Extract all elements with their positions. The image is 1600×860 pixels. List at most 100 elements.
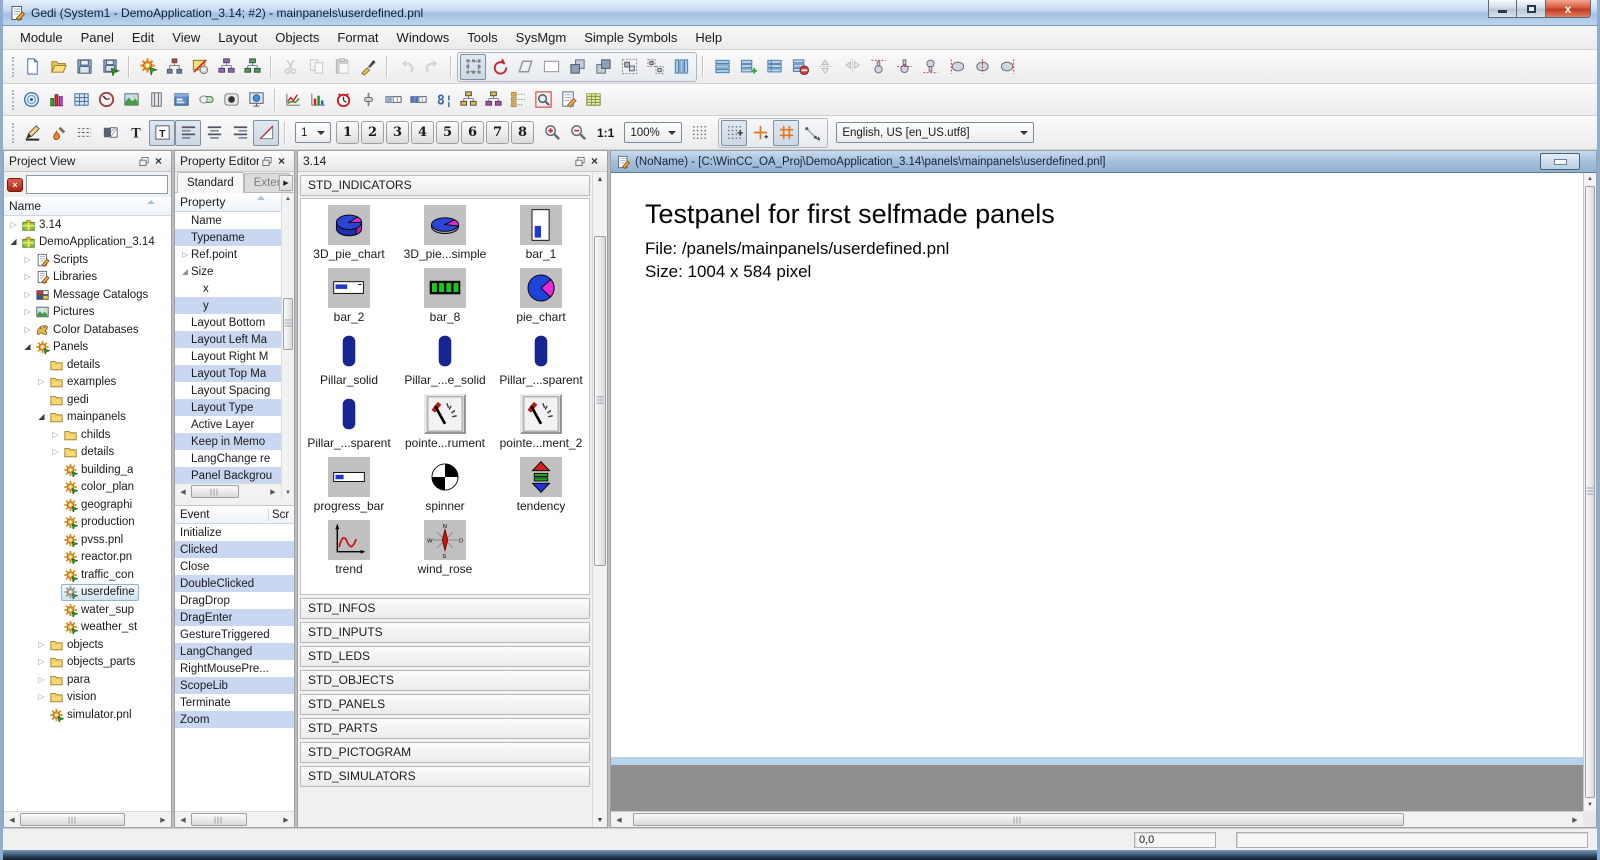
scroll-left-icon[interactable]: ◀ [175, 812, 191, 827]
scroll-up-icon[interactable]: ▲ [1584, 173, 1596, 185]
scroll-thumb[interactable] [633, 813, 1404, 826]
tree-purple-button[interactable] [213, 54, 239, 80]
raise-button[interactable] [564, 54, 590, 80]
project-settings-button[interactable] [135, 54, 161, 80]
expander-icon[interactable]: ▷ [36, 675, 47, 685]
menu-module[interactable]: Module [11, 27, 72, 48]
menu-simple-symbols[interactable]: Simple Symbols [575, 27, 686, 48]
zoom-in-button[interactable] [539, 120, 565, 146]
property-row[interactable]: Layout Left Ma [175, 331, 281, 348]
grid-add-button[interactable] [735, 54, 761, 80]
text-box-button[interactable]: T [149, 120, 175, 146]
table-yellow-button[interactable] [581, 87, 606, 112]
section-std-inputs[interactable]: STD_INPUTS [300, 622, 590, 643]
tree-item[interactable]: ▷childs [4, 426, 171, 444]
lower-button[interactable] [590, 54, 616, 80]
save-as-button[interactable] [97, 54, 123, 80]
layer-1-button[interactable]: 1 [336, 121, 359, 144]
property-row[interactable]: Layout Bottom [175, 314, 281, 331]
rows-3-button[interactable] [709, 54, 735, 80]
catalog-item[interactable]: bar_2 [301, 268, 397, 331]
scroll-track[interactable] [191, 484, 265, 499]
tree-item[interactable]: traffic_con [4, 566, 171, 584]
event-row[interactable]: Terminate [175, 694, 294, 711]
gauge-clock-button[interactable] [94, 87, 119, 112]
property-row[interactable]: Layout Spacing [175, 382, 281, 399]
panel-canvas[interactable]: Testpanel for first selfmade panels File… [611, 173, 1583, 757]
text-button[interactable]: T [123, 120, 149, 146]
property-row[interactable]: ◢Size [175, 263, 281, 280]
catalog-item[interactable]: bar_1 [493, 205, 589, 268]
property-row[interactable]: Name [175, 212, 281, 229]
tab-standard[interactable]: Standard [177, 172, 244, 193]
tree-item[interactable]: simulator.pnl [4, 706, 171, 724]
scroll-right-icon[interactable]: ▶ [1567, 812, 1583, 827]
scroll-right-icon[interactable]: ▶ [265, 484, 281, 499]
pen-button[interactable] [19, 120, 45, 146]
fill-pattern-button[interactable] [97, 120, 123, 146]
cross-orange-button[interactable] [747, 120, 773, 146]
expander-icon[interactable]: ▷ [50, 430, 61, 440]
scroll-track[interactable] [20, 812, 155, 827]
event-row[interactable]: Zoom [175, 711, 294, 728]
tree-item[interactable]: ▷examples [4, 374, 171, 392]
property-hscrollbar[interactable]: ◀ ▶ [175, 483, 281, 499]
radar-button[interactable] [19, 87, 44, 112]
event-hscrollbar[interactable]: ◀ ▶ [175, 811, 294, 827]
section-std-panels[interactable]: STD_PANELS [300, 694, 590, 715]
line-style-button[interactable] [71, 120, 97, 146]
layer-2-button[interactable]: 2 [361, 121, 384, 144]
section-std-parts[interactable]: STD_PARTS [300, 718, 590, 739]
scroll-thumb[interactable] [594, 236, 606, 566]
hash-orange-button[interactable] [773, 120, 799, 146]
film-strip-button[interactable] [144, 87, 169, 112]
layer-6-button[interactable]: 6 [461, 121, 484, 144]
section-std-indicators[interactable]: STD_INDICATORS [300, 175, 590, 196]
scroll-track[interactable] [627, 812, 1567, 827]
columns-3-button[interactable] [668, 54, 694, 80]
tree-item[interactable]: building_a [4, 461, 171, 479]
align-center-button[interactable] [201, 120, 227, 146]
expander-icon[interactable]: ▷ [36, 692, 47, 702]
section-std-objects[interactable]: STD_OBJECTS [300, 670, 590, 691]
anchor-bottom-button[interactable] [917, 54, 943, 80]
clear-filter-icon[interactable]: × [7, 178, 23, 192]
panel-blue-button[interactable] [169, 87, 194, 112]
property-column-header[interactable]: Property [175, 193, 281, 212]
event-row[interactable]: Initialize [175, 524, 294, 541]
tree-item[interactable]: ▷objects [4, 636, 171, 654]
project-tree-hscrollbar[interactable]: ◀ ▶ [4, 811, 171, 827]
expander-icon[interactable]: ▷ [8, 220, 19, 230]
tree-item[interactable]: userdefine [4, 584, 171, 602]
scroll-thumb[interactable] [20, 813, 125, 826]
event-row[interactable]: DragEnter [175, 609, 294, 626]
menu-tools[interactable]: Tools [458, 27, 506, 48]
section-std-pictogram[interactable]: STD_PICTOGRAM [300, 742, 590, 763]
section-std-leds[interactable]: STD_LEDS [300, 646, 590, 667]
scroll-thumb[interactable] [1585, 186, 1595, 798]
mdi-child-titlebar[interactable]: (NoName) - [C:\WinCC_OA_Proj\DemoApplica… [611, 151, 1596, 173]
tree-item[interactable]: ▷objects_parts [4, 654, 171, 672]
catalog-item[interactable]: Pillar_solid [301, 331, 397, 394]
tree-item[interactable]: production [4, 514, 171, 532]
property-row[interactable]: Active Layer [175, 416, 281, 433]
event-row[interactable]: LangChanged [175, 643, 294, 660]
minimize-button[interactable] [1488, 0, 1517, 18]
catalog-item[interactable]: 3D_pie_chart [301, 205, 397, 268]
tree-green-button[interactable] [239, 54, 265, 80]
catalog-vscrollbar[interactable]: ▲ ▼ [592, 172, 607, 827]
catalog-item[interactable]: pointe...ment_2 [493, 394, 589, 457]
mdi-restore-button[interactable] [1540, 153, 1580, 170]
zoom-select[interactable]: 100% [624, 122, 682, 143]
property-row[interactable]: ▷Ref.point [175, 246, 281, 263]
zoom-out-button[interactable] [565, 120, 591, 146]
clip-center-button[interactable] [969, 54, 995, 80]
language-select[interactable]: English, US [en_US.utf8] [836, 122, 1034, 143]
tree-yellow-button[interactable] [456, 87, 481, 112]
save-button[interactable] [71, 54, 97, 80]
tree-item[interactable]: water_sup [4, 601, 171, 619]
restore-button[interactable] [1517, 0, 1546, 18]
copy-button[interactable] [303, 54, 329, 80]
section-std-infos[interactable]: STD_INFOS [300, 598, 590, 619]
property-row[interactable]: Layout Right M [175, 348, 281, 365]
